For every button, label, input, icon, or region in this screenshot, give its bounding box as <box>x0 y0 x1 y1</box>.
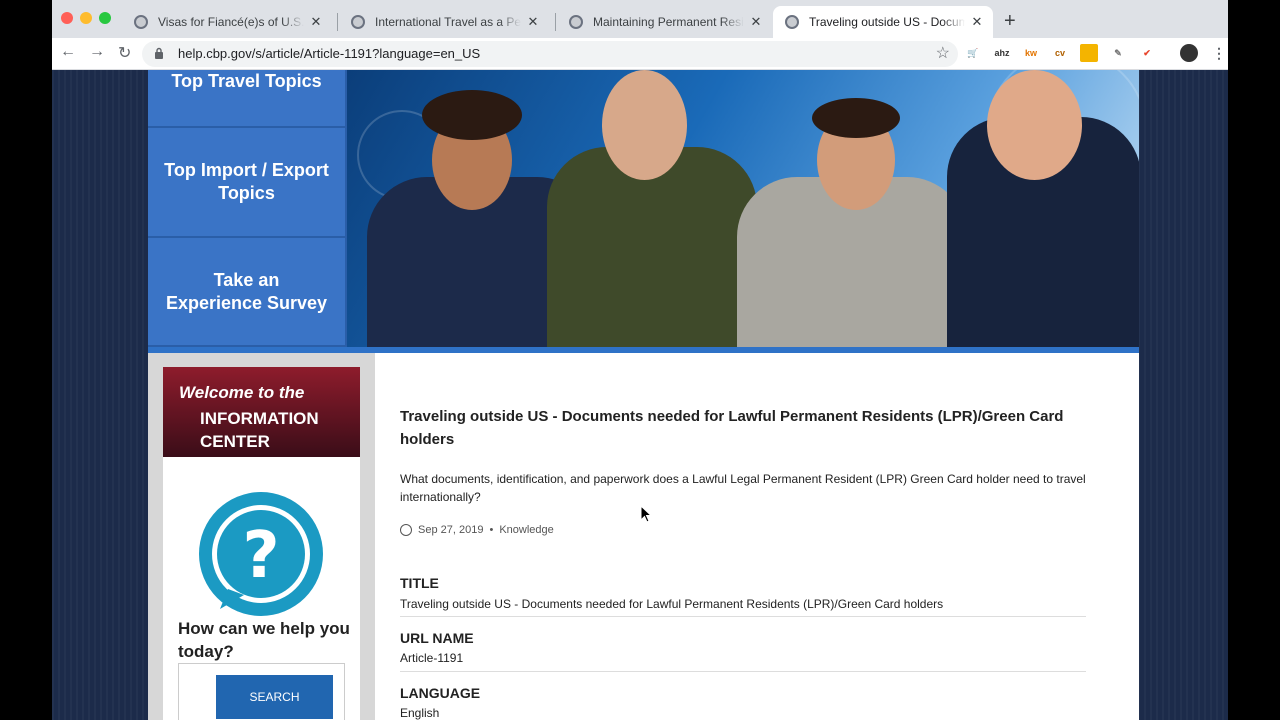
check-extension-icon[interactable]: ✔ <box>1138 44 1156 62</box>
divider <box>400 671 1086 672</box>
field-value-url-name: Article-1191 <box>400 651 464 665</box>
article-content: Traveling outside US - Documents needed … <box>375 353 1139 720</box>
menu-top-import-export[interactable]: Top Import / Export Topics <box>148 128 345 238</box>
tab-maintaining-residence[interactable]: Maintaining Permanent Residence ✕ <box>557 6 772 38</box>
key-extension-icon[interactable] <box>1080 44 1098 62</box>
article-type: Knowledge <box>499 524 554 536</box>
tab-strip: Visas for Fiancé(e)s of U.S. Citizens ✕ … <box>52 0 1228 38</box>
close-window-button[interactable] <box>61 12 73 24</box>
tab-international-travel[interactable]: International Travel as a Permanent Resi… <box>339 6 549 38</box>
welcome-line2: INFORMATION CENTER <box>200 409 319 451</box>
browser-toolbar: ← → ↻ help.cbp.gov/s/article/Article-119… <box>52 38 1228 70</box>
field-label-title: TITLE <box>400 575 439 591</box>
article-meta: Sep 27, 2019 • Knowledge <box>400 524 554 536</box>
dhs-seal-icon <box>785 15 799 29</box>
tab-visas-fiance[interactable]: Visas for Fiancé(e)s of U.S. Citizens ✕ <box>122 6 332 38</box>
menu-top-travel-topics[interactable]: Top Travel Topics <box>148 70 345 128</box>
field-label-language: LANGUAGE <box>400 685 481 701</box>
feather-extension-icon[interactable]: ✎ <box>1109 44 1127 62</box>
menu-label: Top Travel Topics <box>171 71 322 91</box>
reload-icon[interactable]: ↻ <box>118 43 131 63</box>
search-button[interactable]: SEARCH <box>216 675 333 719</box>
dhs-seal-icon <box>351 15 365 29</box>
tab-title: Visas for Fiancé(e)s of U.S. Citizens <box>158 15 304 29</box>
tab-traveling-outside-us[interactable]: Traveling outside US - Documents needed … <box>773 6 993 38</box>
menu-kebab-icon[interactable]: ⋮ <box>1210 44 1228 62</box>
minimize-window-button[interactable] <box>80 12 92 24</box>
dhs-seal-icon <box>134 15 148 29</box>
menu-label: Top Import / Export Topics <box>164 160 329 203</box>
window-controls <box>61 12 111 24</box>
close-icon[interactable]: ✕ <box>525 14 541 30</box>
cart-extension-icon[interactable]: 🛒 <box>964 44 982 62</box>
field-value-title: Traveling outside US - Documents needed … <box>400 597 944 611</box>
field-label-url-name: URL NAME <box>400 630 474 646</box>
web-page: Top Travel Topics Top Import / Export To… <box>52 70 1228 720</box>
address-bar[interactable]: help.cbp.gov/s/article/Article-1191?lang… <box>142 41 958 67</box>
divider <box>400 616 1086 617</box>
help-card: ? How can we help you today? SEARCH <box>163 457 360 720</box>
new-tab-button[interactable]: + <box>1004 10 1016 33</box>
tab-title: Traveling outside US - Documents needed … <box>809 15 965 29</box>
clock-icon <box>400 524 412 536</box>
article-title: Traveling outside US - Documents needed … <box>400 408 1064 448</box>
tab-title: International Travel as a Permanent Resi… <box>375 15 521 29</box>
kw-extension-icon[interactable]: kw <box>1022 44 1040 62</box>
forward-arrow-icon[interactable]: → <box>89 43 105 61</box>
help-question: How can we help you today? <box>178 619 350 661</box>
article-date: Sep 27, 2019 <box>418 524 484 536</box>
article-summary: What documents, identification, and pape… <box>400 472 1086 504</box>
meta-separator: • <box>489 524 494 536</box>
mouse-cursor-icon <box>640 505 652 523</box>
back-arrow-icon[interactable]: ← <box>60 43 76 61</box>
close-icon[interactable]: ✕ <box>308 14 324 30</box>
ahz-extension-icon[interactable]: ahz <box>993 44 1011 62</box>
welcome-line1: Welcome to the <box>179 383 305 402</box>
cv-extension-icon[interactable]: cv <box>1051 44 1069 62</box>
close-icon[interactable]: ✕ <box>748 14 764 30</box>
welcome-banner: Welcome to the INFORMATION CENTER <box>163 367 360 457</box>
question-help-icon: ? <box>199 492 323 616</box>
dhs-seal-icon <box>569 15 583 29</box>
browser-window: Visas for Fiancé(e)s of U.S. Citizens ✕ … <box>52 0 1228 720</box>
close-icon[interactable]: ✕ <box>969 14 985 30</box>
url-text: help.cbp.gov/s/article/Article-1191?lang… <box>178 46 481 61</box>
profile-avatar[interactable] <box>1180 44 1198 62</box>
menu-experience-survey[interactable]: Take an Experience Survey <box>148 238 345 347</box>
field-value-language: English <box>400 706 440 720</box>
lock-icon <box>155 47 163 59</box>
tab-title: Maintaining Permanent Residence <box>593 15 744 29</box>
svg-text:?: ? <box>242 519 279 593</box>
hero-banner-image <box>345 70 1139 347</box>
maximize-window-button[interactable] <box>99 12 111 24</box>
menu-label: Take an Experience Survey <box>165 269 328 313</box>
bookmark-star-icon[interactable]: ☆ <box>936 43 950 63</box>
